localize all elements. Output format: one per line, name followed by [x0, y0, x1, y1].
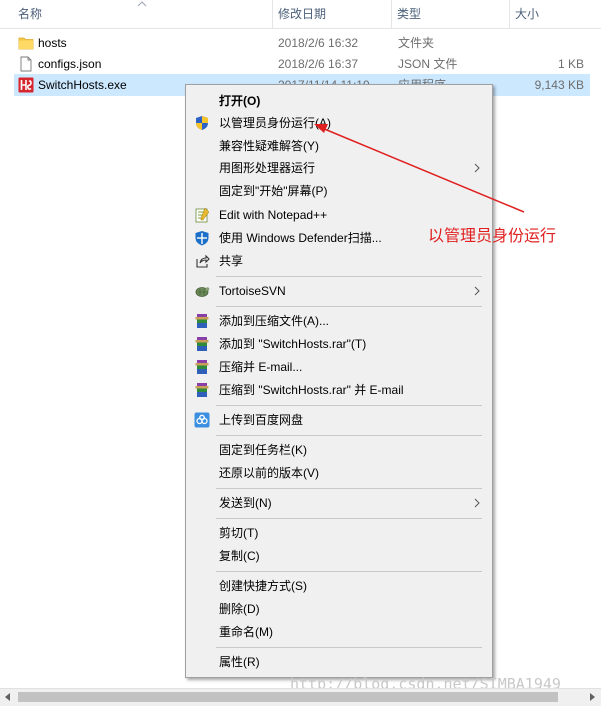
- annotation-arrow: [314, 124, 525, 213]
- annotation-label: 以管理员身份运行: [428, 228, 557, 245]
- scroll-left-icon[interactable]: [5, 693, 10, 701]
- scroll-right-icon[interactable]: [590, 693, 595, 701]
- horizontal-scrollbar[interactable]: [0, 688, 601, 706]
- scrollbar-thumb[interactable]: [18, 692, 558, 702]
